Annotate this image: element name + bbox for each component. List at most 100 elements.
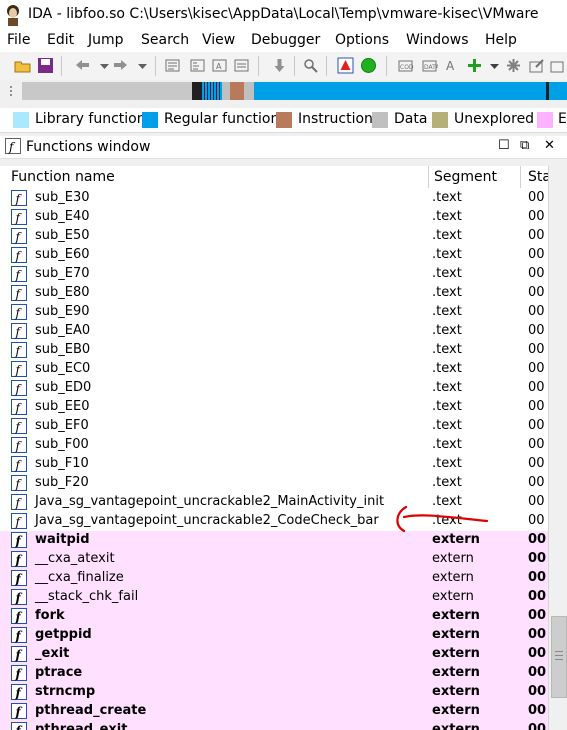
vertical-scrollbar[interactable] bbox=[548, 166, 567, 730]
forward-arrow-icon[interactable] bbox=[112, 57, 129, 74]
function-row[interactable]: f __cxa_finalize extern 00 bbox=[0, 569, 548, 588]
function-row[interactable]: f sub_E40 .text 00 bbox=[0, 208, 548, 227]
function-row[interactable]: f sub_EB0 .text 00 bbox=[0, 341, 548, 360]
functions-icon[interactable] bbox=[189, 57, 206, 74]
scrollbar-thumb[interactable] bbox=[551, 616, 567, 698]
function-row[interactable]: f sub_EC0 .text 00 bbox=[0, 360, 548, 379]
menu-edit[interactable]: Edit bbox=[47, 32, 74, 48]
function-row[interactable]: f sub_E30 .text 00 bbox=[0, 189, 548, 208]
function-row[interactable]: f getppid extern 00 bbox=[0, 626, 548, 645]
function-row[interactable]: f ptrace extern 00 bbox=[0, 664, 548, 683]
function-start: 00 bbox=[528, 589, 547, 604]
navigation-strip[interactable] bbox=[22, 82, 567, 100]
menu-debugger[interactable]: Debugger bbox=[251, 32, 320, 48]
chevron-down-icon[interactable] bbox=[96, 57, 113, 74]
functions-window-title: Functions window bbox=[26, 139, 151, 155]
band-grip-icon bbox=[10, 86, 12, 96]
function-row[interactable]: f pthread_create extern 00 bbox=[0, 702, 548, 721]
svg-text:DATA: DATA bbox=[424, 64, 438, 71]
list-icon[interactable] bbox=[233, 57, 250, 74]
gear-icon[interactable] bbox=[505, 57, 522, 74]
function-segment: .text bbox=[432, 399, 462, 414]
restore-icon[interactable]: ☐ bbox=[498, 138, 510, 153]
legend-label: Regular function bbox=[164, 111, 280, 127]
function-name: getppid bbox=[35, 627, 92, 642]
function-icon: f bbox=[11, 513, 27, 529]
menu-file[interactable]: File bbox=[7, 32, 30, 48]
functions-list[interactable]: f sub_E30 .text 00 f sub_E40 .text 00 f sub_E50 .t… bbox=[0, 188, 548, 730]
menu-windows[interactable]: Windows bbox=[406, 32, 469, 48]
function-name: sub_EB0 bbox=[35, 342, 91, 357]
add-icon[interactable] bbox=[466, 57, 483, 74]
column-header: Function name Segment Sta bbox=[0, 166, 551, 189]
legend: Library function Regular function Instru… bbox=[0, 108, 567, 133]
menu-bar: File Edit Jump Search View Debugger Opti… bbox=[0, 30, 567, 52]
edit-icon[interactable] bbox=[528, 57, 545, 74]
down-arrow-icon[interactable] bbox=[271, 57, 288, 74]
string-icon[interactable]: A bbox=[444, 57, 461, 74]
menu-search[interactable]: Search bbox=[141, 32, 189, 48]
open-folder-icon[interactable] bbox=[14, 57, 31, 74]
function-row[interactable]: f sub_EA0 .text 00 bbox=[0, 322, 548, 341]
column-segment[interactable]: Segment bbox=[434, 169, 497, 185]
function-name: sub_E50 bbox=[35, 228, 90, 243]
function-row[interactable]: f sub_F10 .text 00 bbox=[0, 455, 548, 474]
stop-icon[interactable] bbox=[337, 57, 354, 74]
edit-icon[interactable] bbox=[549, 57, 566, 74]
function-start: 00 bbox=[528, 190, 545, 205]
legend-label: Unexplored bbox=[454, 111, 535, 127]
float-window-icon[interactable]: ⧉ bbox=[520, 138, 529, 153]
function-row[interactable]: f sub_EE0 .text 00 bbox=[0, 398, 548, 417]
menu-help[interactable]: Help bbox=[485, 32, 517, 48]
function-row[interactable]: f sub_F20 .text 00 bbox=[0, 474, 548, 493]
function-segment: .text bbox=[432, 285, 462, 300]
function-row[interactable]: f sub_E80 .text 00 bbox=[0, 284, 548, 303]
function-row[interactable]: f __stack_chk_fail extern 00 bbox=[0, 588, 548, 607]
menu-options[interactable]: Options bbox=[335, 32, 389, 48]
function-row[interactable]: f strncmp extern 00 bbox=[0, 683, 548, 702]
toolbar: A CODE DATA A bbox=[0, 52, 567, 81]
names-icon[interactable]: A bbox=[211, 57, 228, 74]
chevron-down-icon[interactable] bbox=[486, 57, 503, 74]
function-start: 00 bbox=[528, 228, 545, 243]
function-name: sub_F10 bbox=[35, 456, 89, 471]
function-row[interactable]: f _exit extern 00 bbox=[0, 645, 548, 664]
menu-view[interactable]: View bbox=[202, 32, 235, 48]
back-arrow-icon[interactable] bbox=[74, 57, 91, 74]
function-row[interactable]: f sub_EF0 .text 00 bbox=[0, 417, 548, 436]
function-icon: f bbox=[11, 209, 27, 225]
close-icon[interactable]: ✕ bbox=[544, 138, 555, 153]
function-start: 00 bbox=[528, 551, 547, 566]
run-icon[interactable] bbox=[360, 57, 377, 74]
function-name: fork bbox=[35, 608, 65, 623]
data-icon[interactable]: DATA bbox=[421, 57, 438, 74]
function-row[interactable]: f sub_E70 .text 00 bbox=[0, 265, 548, 284]
function-segment: .text bbox=[432, 266, 462, 281]
function-row[interactable]: f sub_F00 .text 00 bbox=[0, 436, 548, 455]
chevron-down-icon[interactable] bbox=[134, 57, 151, 74]
function-row[interactable]: f __cxa_atexit extern 00 bbox=[0, 550, 548, 569]
function-row[interactable]: f fork extern 00 bbox=[0, 607, 548, 626]
function-icon: f bbox=[11, 589, 27, 605]
function-row[interactable]: f sub_E60 .text 00 bbox=[0, 246, 548, 265]
legend-label: Instruction bbox=[298, 111, 373, 127]
function-row[interactable]: f sub_ED0 .text 00 bbox=[0, 379, 548, 398]
save-icon[interactable] bbox=[37, 57, 54, 74]
navigation-band[interactable] bbox=[0, 80, 567, 107]
function-row[interactable]: f sub_E50 .text 00 bbox=[0, 227, 548, 246]
function-row[interactable]: f sub_E90 .text 00 bbox=[0, 303, 548, 322]
function-segment: extern bbox=[432, 646, 480, 661]
code-icon[interactable]: CODE bbox=[397, 57, 414, 74]
function-icon: f bbox=[11, 475, 27, 491]
function-name: sub_EF0 bbox=[35, 418, 89, 433]
search-icon[interactable] bbox=[302, 57, 319, 74]
hex-view-icon[interactable] bbox=[164, 57, 181, 74]
function-row[interactable]: f pthread_exit extern 00 bbox=[0, 721, 548, 730]
ida-logo-icon bbox=[7, 5, 19, 26]
function-icon: f bbox=[11, 627, 27, 643]
function-segment: extern bbox=[432, 589, 474, 604]
function-segment: .text bbox=[432, 342, 462, 357]
menu-jump[interactable]: Jump bbox=[88, 32, 124, 48]
column-function-name[interactable]: Function name bbox=[11, 169, 115, 185]
function-icon: f bbox=[11, 703, 27, 719]
